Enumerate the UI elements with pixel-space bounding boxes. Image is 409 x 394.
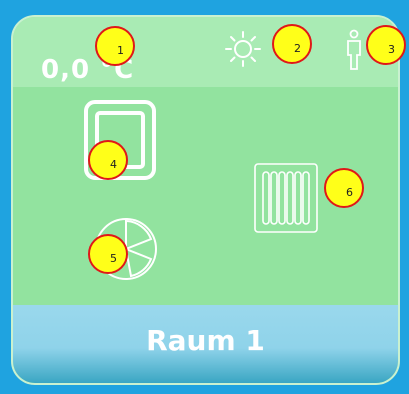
marker-3: 3 <box>366 25 406 65</box>
radiator-icon[interactable] <box>253 162 319 234</box>
marker-6: 6 <box>324 168 364 208</box>
marker-2: 2 <box>272 24 312 64</box>
room-name-label: Raum 1 <box>146 323 265 357</box>
marker-5: 5 <box>88 234 128 274</box>
marker-1: 1 <box>95 26 135 66</box>
tile-header: 0,0 °C <box>13 17 398 87</box>
marker-4: 4 <box>88 140 128 180</box>
room-name-bar[interactable]: Raum 1 <box>13 305 398 383</box>
sun-icon[interactable] <box>223 29 263 69</box>
person-icon[interactable] <box>343 29 365 71</box>
